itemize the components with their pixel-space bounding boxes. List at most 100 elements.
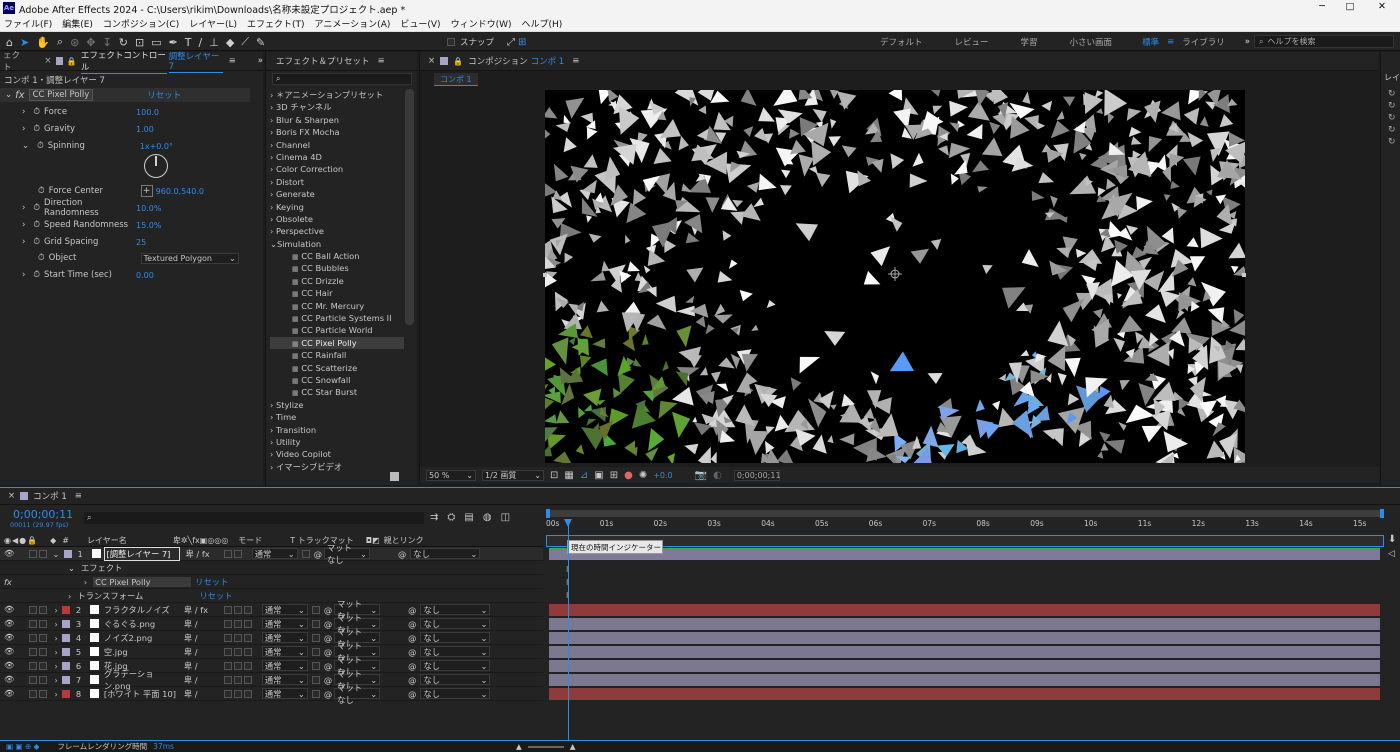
effects-scrollbar[interactable] — [405, 89, 414, 325]
eye-icon[interactable]: 👁 — [4, 646, 15, 657]
prop-value[interactable]: 960.0,540.0 — [156, 187, 204, 196]
solo-switch[interactable] — [38, 605, 47, 614]
category-item[interactable]: › Obsolete — [270, 213, 404, 225]
category-item[interactable]: › Blur & Sharpen — [270, 114, 404, 126]
solo-switch[interactable] — [38, 661, 47, 670]
eye-icon[interactable]: 👁 — [4, 604, 15, 615]
stopwatch-icon[interactable]: ⏱ — [33, 220, 40, 230]
project-tab[interactable]: ェクト — [3, 49, 26, 73]
audio-switch[interactable] — [28, 605, 37, 614]
category-item[interactable]: › Generate — [270, 188, 404, 200]
zoom-out-icon[interactable]: ▲ — [516, 742, 522, 751]
effect-item-selected[interactable]: ▦ CC Pixel Polly — [270, 336, 404, 350]
eye-icon[interactable]: 👁 — [4, 660, 15, 671]
current-time-indicator[interactable] — [568, 520, 569, 741]
zoom-select[interactable]: 50 % ⌄ — [426, 469, 476, 481]
chevron-right-icon[interactable]: › — [55, 675, 58, 685]
dolly-camera-icon[interactable]: ↧ — [103, 36, 112, 49]
collapse-switch[interactable] — [243, 647, 252, 656]
panel-menu-icon[interactable]: ≡ — [378, 56, 385, 66]
adjustment-switch[interactable] — [223, 675, 232, 684]
effect-item[interactable]: ▦ CC Scatterize — [270, 362, 404, 374]
layer-bar-1[interactable] — [549, 548, 1380, 560]
pan-camera-icon[interactable]: ✥ — [86, 36, 95, 49]
matte-spiral-icon[interactable]: @ — [324, 647, 332, 657]
category-item[interactable]: › Time — [270, 411, 404, 423]
layer-row-4[interactable]: 👁 › 4 ノイズ2.png 卑 ∕ 通常 ⌄ @ マットなし ⌄ @ なし ⌄ — [0, 627, 543, 649]
workspace-learn[interactable]: 学習 — [1021, 36, 1038, 48]
eraser-tool-icon[interactable]: ◆ — [226, 36, 234, 49]
layer-bar-4[interactable] — [549, 632, 1380, 644]
category-item[interactable]: › Stylize — [270, 399, 404, 411]
color-channels-icon[interactable]: ● — [624, 470, 633, 481]
parent-pickwhip-icon[interactable]: @ — [408, 633, 416, 643]
layer-bar-3[interactable] — [549, 618, 1380, 630]
adjustment-switch[interactable] — [223, 619, 232, 628]
audio-switch[interactable] — [28, 689, 37, 698]
collapse-switch[interactable] — [243, 619, 252, 628]
mode-select[interactable]: 通常 ⌄ — [261, 632, 308, 643]
collapse-switch[interactable] — [243, 689, 252, 698]
switches[interactable]: 卑 ∕ — [184, 618, 224, 630]
orbit-camera-icon[interactable]: ⊛ — [70, 36, 79, 49]
switches[interactable]: 卑 ∕ — [184, 646, 224, 658]
workspace-more-button[interactable]: » — [1245, 37, 1250, 47]
resolution-select[interactable]: 1/2 画質 ⌄ — [482, 469, 544, 481]
zoom-in-icon[interactable]: ▲ — [570, 742, 576, 751]
preserve-transparency-switch[interactable] — [311, 661, 320, 670]
close-button[interactable]: ✕ — [1372, 1, 1392, 12]
prop-value[interactable]: 10.0% — [136, 204, 161, 213]
effect-item[interactable]: ▦ CC Star Burst — [270, 386, 404, 398]
3d-switch[interactable] — [233, 675, 242, 684]
3d-switch[interactable] — [233, 689, 242, 698]
mode-select[interactable]: 通常 ⌄ — [251, 548, 298, 559]
layer-bar-5[interactable] — [549, 646, 1380, 658]
chevron-right-icon[interactable]: › — [22, 237, 25, 247]
chevron-down-icon[interactable]: ⌄ — [22, 141, 29, 151]
layer-label-color[interactable] — [61, 689, 70, 698]
menu-window[interactable]: ウィンドウ(W) — [451, 17, 512, 30]
layer-row-2[interactable]: 👁 › 2 フラクタルノイズ卑 ∕ fx 通常 ⌄ @ マットなし ⌄ @ なし ⌄ — [0, 599, 543, 621]
layer-row-5[interactable]: 👁 › 5 空.jpg 卑 ∕ 通常 ⌄ @ マットなし ⌄ @ なし ⌄ — [0, 641, 543, 663]
comp-subtab[interactable]: コンポ 1 — [434, 73, 478, 86]
collapse-switch[interactable] — [243, 605, 252, 614]
preserve-transparency-switch[interactable] — [311, 605, 320, 614]
switches[interactable]: 卑 ∕ — [184, 674, 224, 686]
chevron-right-icon[interactable]: › — [22, 107, 25, 117]
stopwatch-icon[interactable]: ⏱ — [33, 124, 40, 134]
prop-value[interactable]: 1x+0.0° — [140, 142, 173, 151]
switches[interactable]: 卑 ∕ fx — [186, 548, 210, 560]
matte-spiral-icon[interactable]: @ — [314, 549, 322, 559]
effect-item[interactable]: ▦ CC Rainfall — [270, 349, 404, 361]
layer-bar-6[interactable] — [549, 660, 1380, 672]
adjustment-switch[interactable] — [223, 633, 232, 642]
panel-overflow-icon[interactable]: » — [258, 56, 263, 66]
type-tool-icon[interactable]: T — [185, 36, 192, 49]
menu-edit[interactable]: 編集(E) — [62, 17, 93, 30]
layer-name[interactable]: ノイズ2.png — [102, 632, 178, 644]
fx-icon[interactable]: fx — [15, 90, 24, 101]
layer-handle[interactable] — [543, 273, 547, 277]
collapse-switch[interactable] — [243, 675, 252, 684]
menu-composition[interactable]: コンポジション(C) — [103, 17, 179, 30]
layer-label-color[interactable] — [61, 619, 70, 628]
transform-row[interactable]: › トランスフォーム リセット — [0, 589, 543, 603]
stopwatch-icon[interactable]: ⏱ — [38, 186, 45, 196]
category-item[interactable]: › ＊アニメーションプリセット — [270, 89, 404, 101]
chevron-right-icon[interactable]: › — [55, 647, 58, 657]
timeline-timecode[interactable]: 0;00;00;11 — [13, 508, 73, 521]
exposure-reset-icon[interactable]: ✺ — [639, 470, 647, 481]
snap-grid-icon[interactable]: ⊞ — [518, 37, 526, 48]
comp-mini-flowchart-icon[interactable]: ⇉ — [430, 512, 438, 523]
chevron-right-icon[interactable]: › — [68, 591, 71, 601]
parent-pickwhip-icon[interactable]: @ — [408, 605, 416, 615]
layer-name[interactable]: フラクタルノイズ — [102, 604, 178, 616]
prop-value[interactable]: 100.0 — [136, 108, 159, 117]
minimize-button[interactable]: ─ — [1312, 1, 1332, 12]
parent-pickwhip-icon[interactable]: @ — [408, 647, 416, 657]
roto-brush-icon[interactable]: ⟋ — [241, 35, 249, 49]
layer-row-1[interactable]: 👁 ⌄ 1 [調整レイヤー 7] 卑 ∕ fx 通常 ⌄ @ マットなし ⌄ @ な… — [0, 543, 543, 565]
lock-icon[interactable]: 🔒 — [453, 57, 463, 66]
matte-spiral-icon[interactable]: @ — [324, 619, 332, 629]
audio-switch[interactable] — [28, 633, 37, 642]
